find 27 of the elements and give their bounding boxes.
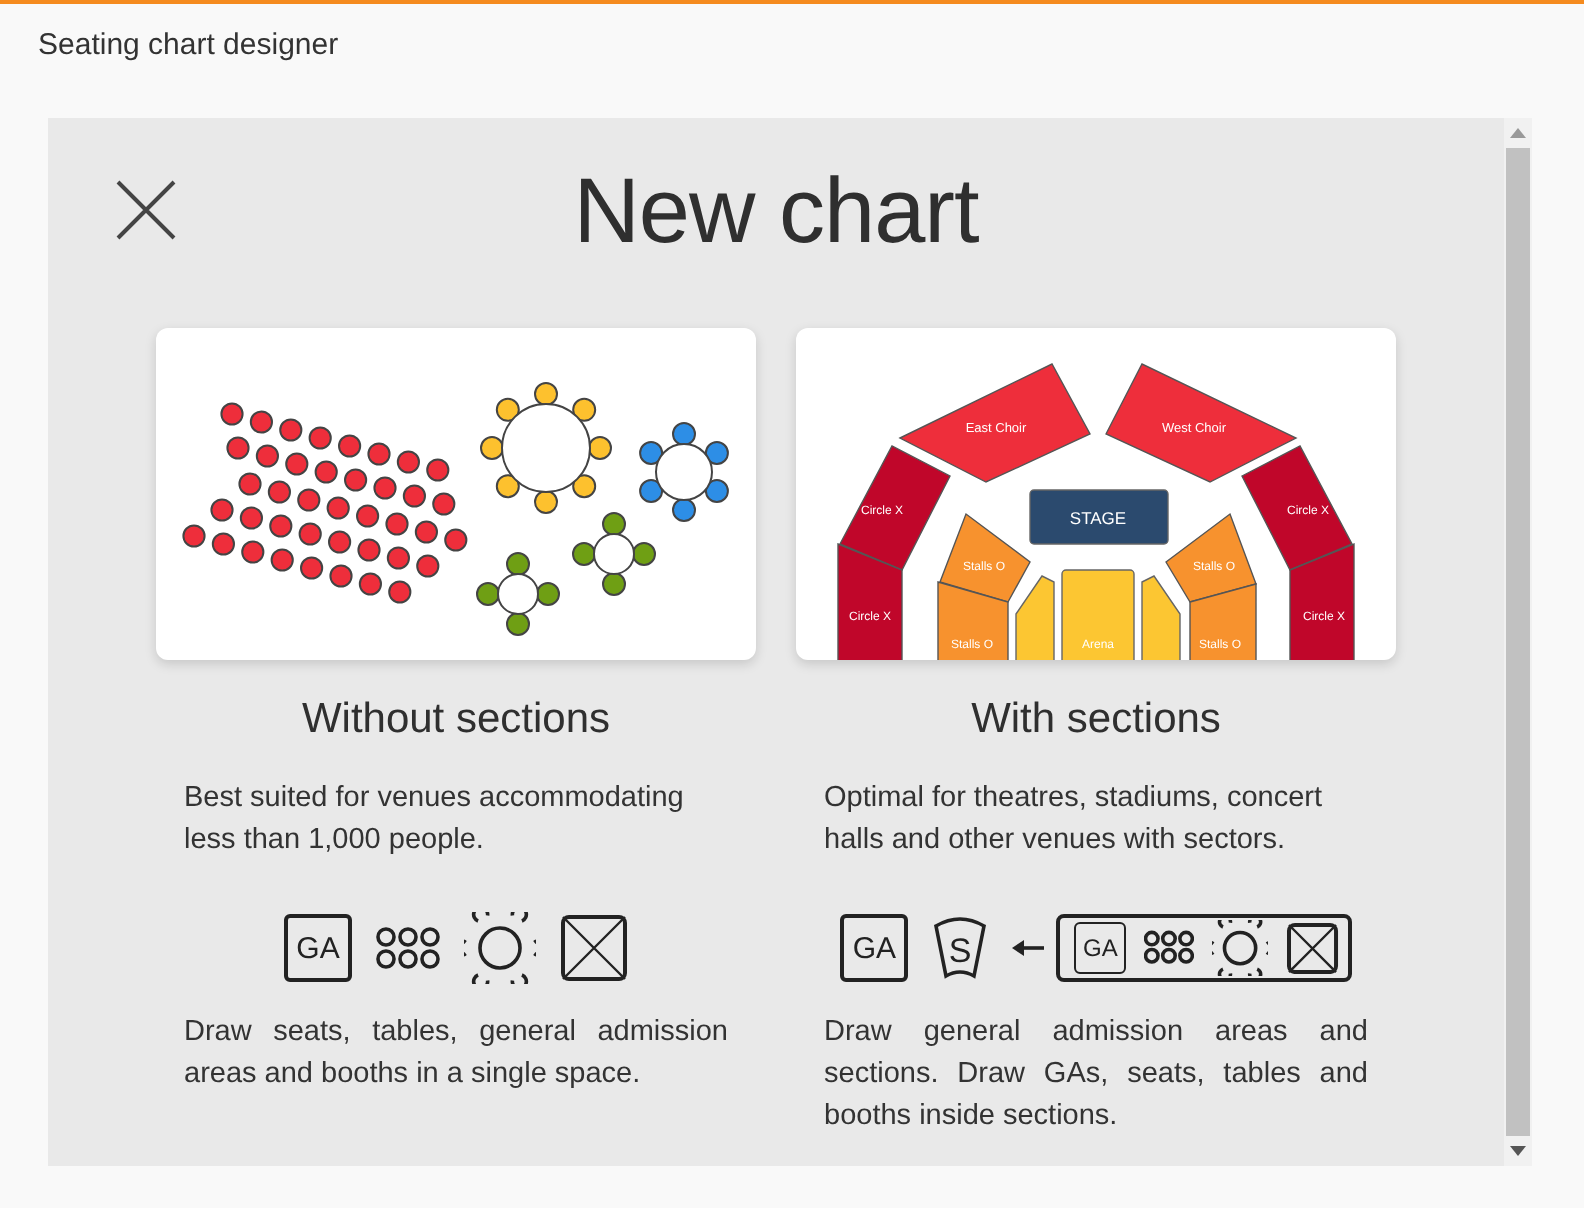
scrollbar-thumb[interactable] [1506,148,1530,1136]
option-details: Draw seats, tables, general admission areas and booths in a single space. [182,1014,730,1094]
option-title: Without sections [301,694,611,746]
option-description: Optimal for theatres, stadiums, concert halls and other venues with sectors. [822,780,1325,860]
general-admission-icon[interactable]: GA [840,914,909,982]
stage-shape [1029,489,1169,545]
seats-icon[interactable] [1144,930,1195,966]
arrow-icon[interactable] [1012,938,1045,958]
round-table-icon[interactable] [1212,919,1269,977]
section-icon[interactable]: S [932,914,989,982]
option-title: With sections [971,694,1221,746]
booth-icon[interactable] [560,914,628,982]
stage-label: STAGE [1069,508,1127,528]
general-admission-icon[interactable]: GA [1074,922,1127,974]
option-description: Best suited for venues accommodating less than 1,000 people. [182,780,686,860]
booth-icon[interactable] [1286,921,1340,975]
general-admission-icon[interactable]: GA [284,914,352,982]
seats-icon[interactable] [376,926,440,970]
section-letter: S [949,932,972,970]
scrollbar[interactable] [1504,118,1532,1166]
scroll-down-icon[interactable] [1510,1146,1526,1156]
close-icon[interactable] [116,180,176,240]
app-title: Seating chart designer [38,28,339,64]
dialog-title: New chart [573,156,979,266]
option-details: Draw general admission areas and sections. Draw GAs, seats, tables and booths inside sections. [822,1014,1370,1136]
round-table-icon[interactable] [464,912,536,984]
section-shape [1061,569,1135,660]
